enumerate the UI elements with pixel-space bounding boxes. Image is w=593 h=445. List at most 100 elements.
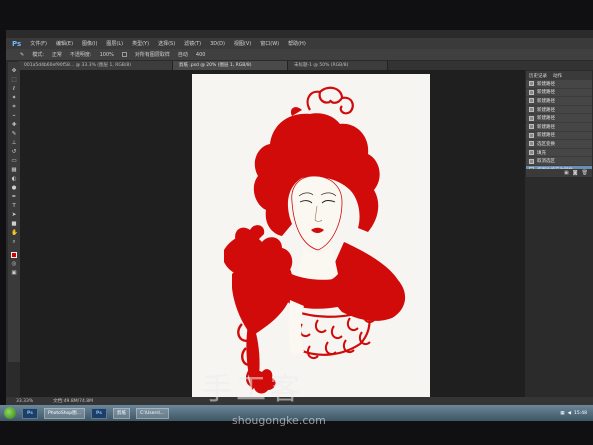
start-button[interactable] [4,407,16,419]
hand-tool-icon[interactable]: ✋ [11,230,18,236]
history-step-icon [529,141,534,147]
shape-tool-icon[interactable]: ■ [11,221,17,227]
gradient-tool-icon[interactable]: ▦ [11,167,17,173]
history-step-icon [529,124,534,130]
history-step-icon [529,81,534,87]
eraser-tool-icon[interactable]: ▭ [11,158,17,164]
move-tool-icon[interactable]: ✥ [11,68,17,74]
menu-type[interactable]: 类型(Y) [132,40,149,47]
taskbar-item[interactable]: 剪纸 [112,407,130,419]
history-item[interactable]: 新建路径 [526,97,592,106]
new-document-from-state-icon[interactable]: ▣ [564,170,569,176]
sample-all-label: 对所有图层取样 [134,52,170,58]
history-step-icon [529,115,534,121]
taskbar-item[interactable]: PhotoShop图... [44,407,85,419]
history-item[interactable]: 新建路径 [526,89,592,98]
history-tab[interactable]: 历史记录 [529,73,547,79]
blur-tool-icon[interactable]: ◐ [11,176,17,182]
history-item[interactable]: 新建路径 [526,106,592,115]
healing-tool-icon[interactable]: ✚ [11,122,17,128]
crop-tool-icon[interactable]: ⌗ [11,104,17,110]
zoom-level[interactable]: 33.33% [16,399,33,404]
auto-label[interactable]: 自动 [178,51,188,58]
history-item-label: 新建路径 [537,98,555,104]
opacity-value[interactable]: 100% [100,52,114,58]
history-item-label: 新建路径 [537,133,555,139]
pen-tool-icon[interactable]: ✒ [11,194,17,200]
menu-window[interactable]: 窗口(W) [260,40,279,47]
hair-ornament-swirl [306,86,354,115]
history-item[interactable]: 新建路径 [526,123,592,132]
history-step-icon [529,158,534,164]
tool-preset-icon[interactable]: ✎ [20,52,24,58]
sample-all-checkbox[interactable] [121,52,127,57]
stamp-tool-icon[interactable]: ⊥ [11,140,17,146]
history-item[interactable]: 取消选区 [526,157,592,166]
menu-3d[interactable]: 3D(D) [210,41,225,47]
actions-tab[interactable]: 动作 [553,73,562,79]
magic-wand-tool-icon[interactable]: ✦ [11,95,17,101]
menu-image[interactable]: 图像(I) [82,40,97,47]
zoom-tool-icon[interactable]: ⌕ [11,239,17,245]
document-canvas[interactable] [192,74,430,412]
menu-filter[interactable]: 滤镜(T) [184,40,201,47]
mode-select[interactable]: 正常 [52,51,62,58]
history-brush-icon[interactable]: ↺ [11,149,17,155]
document-tabs: 001a5d4b60ef90f58... @ 33.3% (图层 1, RGB/… [18,61,593,70]
menu-bar: Ps 文件(F) 编辑(E) 图像(I) 图层(L) 类型(Y) 选择(S) 滤… [6,38,593,49]
papercut-artwork [224,86,406,394]
history-item-label: 选区变换 [537,141,555,147]
tab-document-3[interactable]: 未标题-1 @ 50% (RGB/8) [288,61,388,70]
history-item[interactable]: 选区变换 [526,140,592,149]
history-item-label: 新建路径 [537,124,555,130]
history-item[interactable]: 新建路径 [526,132,592,141]
path-select-tool-icon[interactable]: ➤ [11,212,17,218]
opacity-label: 不透明度: [69,52,92,58]
history-step-icon [529,132,534,138]
app-logo[interactable]: Ps [12,40,21,48]
face-outline [291,175,343,251]
new-snapshot-icon[interactable]: ◙ [573,170,578,176]
neck-shape [298,246,338,283]
volume-icon[interactable]: ◀ [568,411,571,416]
menu-select[interactable]: 选择(S) [158,40,175,47]
history-step-icon [529,107,534,113]
menu-edit[interactable]: 编辑(E) [56,40,73,47]
history-item-label: 新建路径 [537,90,555,96]
taskbar-item[interactable]: Ps [90,407,107,419]
history-item[interactable]: 新建路径 [526,80,592,89]
monitor-bezel: Ps 文件(F) 编辑(E) 图像(I) 图层(L) 类型(Y) 选择(S) 滤… [0,0,593,445]
delete-state-icon[interactable]: 🗑 [582,170,588,176]
type-tool-icon[interactable]: T [11,203,17,209]
history-item[interactable]: 新建路径 [526,114,592,123]
coords-value: 400 [195,51,206,58]
dodge-tool-icon[interactable]: ● [11,185,17,191]
screen-mode-icon[interactable]: ▣ [11,270,17,276]
taskbar-item[interactable]: Ps [22,407,38,419]
menu-help[interactable]: 帮助(H) [288,40,306,47]
system-tray: ▦ ◀ 15:48 [560,411,593,416]
menu-layer[interactable]: 图层(L) [106,40,123,47]
history-item-label: 新建路径 [537,116,555,122]
eyedropper-tool-icon[interactable]: ⌁ [11,113,17,119]
history-item-label: 填充 [537,150,546,156]
quick-mask-icon[interactable]: ◎ [11,261,17,267]
history-item-label: 取消选区 [537,159,555,165]
lasso-tool-icon[interactable]: ℓ [11,86,17,92]
menu-view[interactable]: 视图(V) [234,40,251,47]
clock[interactable]: 15:48 [574,411,587,416]
taskbar-item[interactable]: C:\Users\... [135,407,169,419]
robe-inner-white [288,300,304,356]
marquee-tool-icon[interactable]: ⬚ [11,77,17,83]
tab-document-1[interactable]: 001a5d4b60ef90f58... @ 33.3% (图层 1, RGB/… [18,61,173,70]
foreground-color-swatch[interactable] [11,252,17,258]
options-bar: ✎ 模式: 正常 不透明度: 100% 对所有图层取样 自动 400 [6,49,593,61]
history-item[interactable]: 填充 [526,149,592,158]
brush-tool-icon[interactable]: ✎ [11,131,17,137]
network-icon[interactable]: ▦ [560,411,564,416]
history-item-label: 新建路径 [537,107,555,113]
history-step-icon [529,98,534,104]
tab-document-2[interactable]: 剪纸 .psd @ 20% (图层 1, RGB/8) [173,61,288,70]
menu-file[interactable]: 文件(F) [30,40,47,47]
history-panel-header: 历史记录 动作 [526,71,592,80]
